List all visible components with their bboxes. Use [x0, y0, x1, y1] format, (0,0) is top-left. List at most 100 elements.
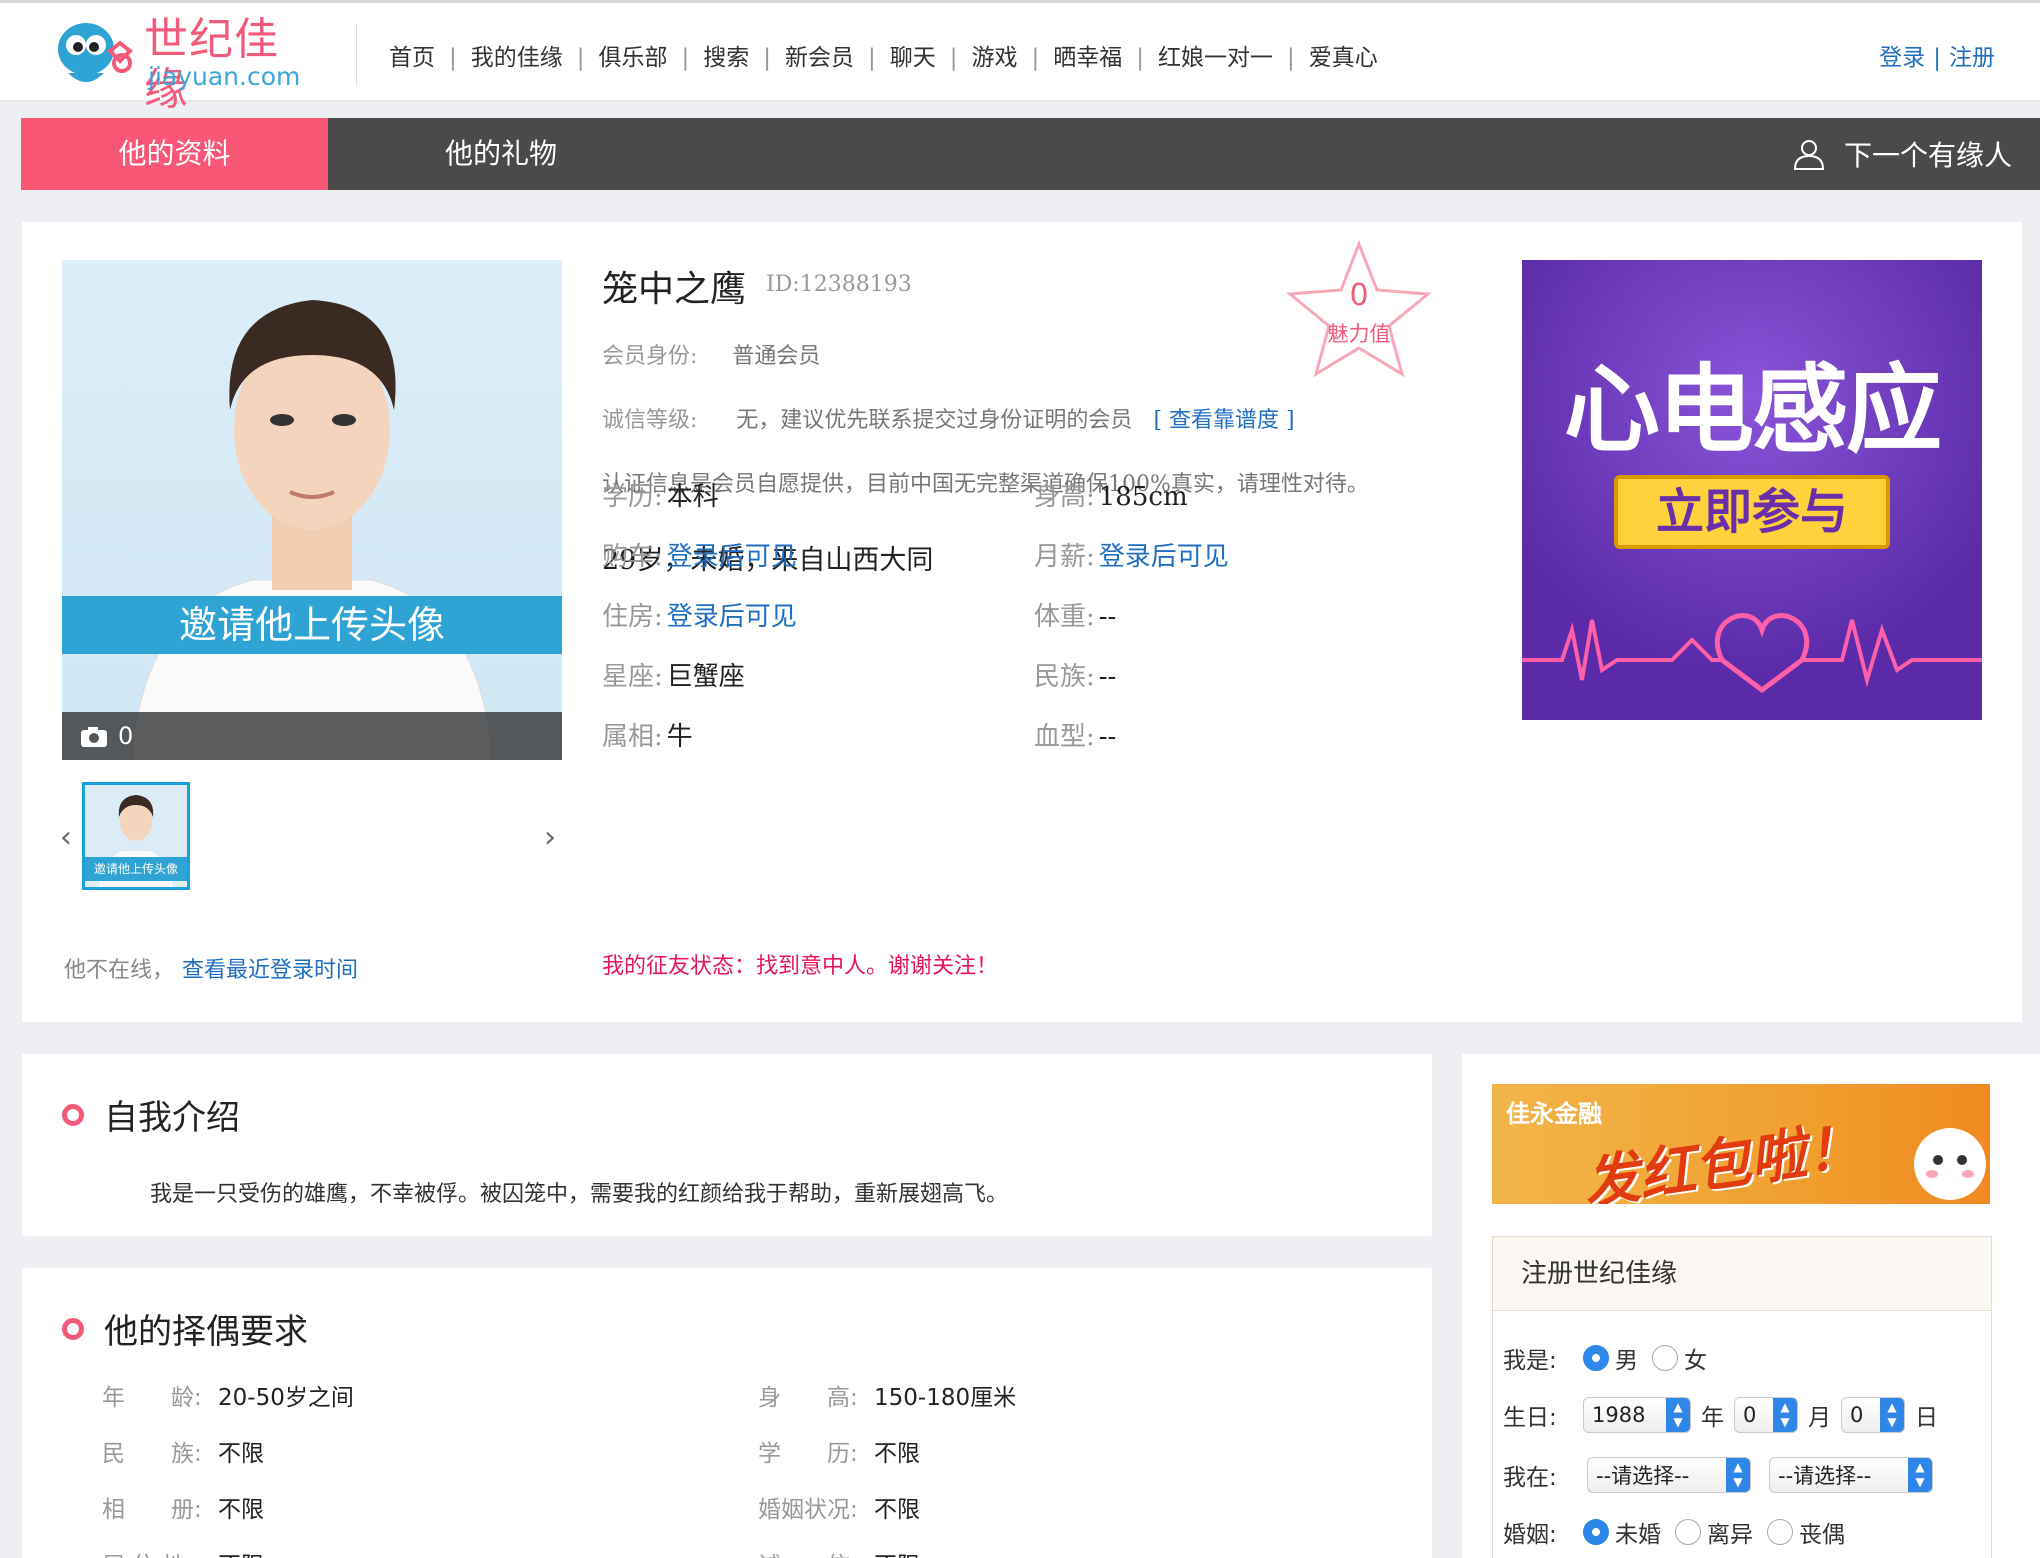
city-select[interactable]: --请选择-- ▲ ▼: [1769, 1457, 1933, 1493]
nav-item[interactable]: 红娘一对一: [1158, 41, 1273, 75]
mascot-icon: [58, 23, 133, 82]
credit-row: 诚信等级: 无，建议优先联系提交过身份证明的会员 [ 查看靠谱度 ]: [602, 402, 1295, 434]
register-form: 注册世纪佳缘 我是: 男 女 生日: 1988 ▲ ▼ 年 0 ▲ ▼ 月 0 ▲ ▼ 日 …: [1492, 1236, 1992, 1558]
photo-thumbnail[interactable]: 邀请他上传头像: [82, 782, 190, 890]
dating-status: 我的征友状态：找到意中人。谢谢关注！: [602, 954, 999, 979]
photo-count: 0: [118, 722, 134, 750]
widowed-radio[interactable]: [1767, 1519, 1793, 1545]
header-divider: [356, 25, 357, 85]
profile-field-value: 185cm: [1098, 482, 1188, 512]
birth-year-select[interactable]: 1988 ▲ ▼: [1583, 1397, 1691, 1433]
profile-field-label: 住房:: [602, 602, 663, 632]
marriage-row: 婚姻: 未婚 离异 丧偶: [1503, 1515, 1845, 1549]
ad1-join-button[interactable]: 立即参与: [1614, 475, 1890, 549]
nav-divider: |: [763, 45, 771, 71]
last-login-link[interactable]: 查看最近登录时间: [182, 958, 358, 983]
profile-field-value: 牛: [666, 722, 693, 752]
location-label: 我在:: [1503, 1465, 1557, 1491]
select-arrows-icon: ▲ ▼: [1880, 1398, 1904, 1432]
divorced-label: 离异: [1707, 1522, 1753, 1548]
province-select[interactable]: --请选择-- ▲ ▼: [1587, 1457, 1751, 1493]
credit-check-link[interactable]: [ 查看靠谱度 ]: [1153, 408, 1294, 433]
online-status-text: 他不在线，: [64, 958, 175, 983]
requirements-title: 他的择偶要求: [62, 1304, 308, 1353]
requirement-value: 不限: [218, 1497, 264, 1523]
member-name: 笼中之鹰: [602, 269, 747, 310]
nav-item[interactable]: 搜索: [703, 41, 749, 75]
register-form-title: 注册世纪佳缘: [1493, 1237, 1991, 1311]
male-radio[interactable]: [1583, 1345, 1609, 1371]
chevron-right-icon[interactable]: ›: [544, 820, 556, 855]
photo-count-bar[interactable]: 0: [62, 712, 562, 760]
register-link[interactable]: 注册: [1949, 45, 1995, 71]
nav-item[interactable]: 俱乐部: [599, 41, 668, 75]
invite-upload-banner[interactable]: 邀请他上传头像: [62, 596, 562, 654]
profile-field: 购车: 登录后可见: [602, 536, 797, 573]
divorced-radio[interactable]: [1675, 1519, 1701, 1545]
nav-item[interactable]: 游戏: [972, 41, 1018, 75]
next-match-button[interactable]: 下一个有缘人: [1792, 118, 2012, 190]
birthday-row: 生日: 1988 ▲ ▼ 年 0 ▲ ▼ 月 0 ▲ ▼ 日: [1503, 1397, 1938, 1433]
nav-item[interactable]: 新会员: [785, 41, 854, 75]
heartbeat-icon: [1522, 613, 1982, 694]
nav-divider: |: [1136, 45, 1144, 71]
section-bullet-icon: [62, 1317, 84, 1340]
tab-his-profile[interactable]: 他的资料: [21, 118, 328, 190]
telepathy-ad-banner[interactable]: 心电感应 立即参与: [1522, 260, 1982, 720]
requirement-value: 不限: [874, 1441, 920, 1467]
marriage-label: 婚姻:: [1503, 1522, 1557, 1548]
credit-value: 无，建议优先联系提交过身份证明的会员: [736, 408, 1133, 433]
year-unit: 年: [1701, 1405, 1724, 1431]
single-radio[interactable]: [1583, 1519, 1609, 1545]
requirement-item: 居 住 地:不限: [102, 1546, 264, 1558]
nav-item[interactable]: 我的佳缘: [471, 41, 563, 75]
sidebar: 佳永金融 发红包啦！ 注册世纪佳缘 我是: 男 女 生日: 1988 ▲ ▼ 年 0…: [1462, 1054, 2040, 1558]
charm-label: 魅力值: [1327, 322, 1391, 346]
next-match-label: 下一个有缘人: [1843, 139, 2012, 172]
city-placeholder: --请选择--: [1778, 1464, 1872, 1488]
select-arrows-icon: ▲ ▼: [1908, 1458, 1932, 1492]
nav-item[interactable]: 聊天: [890, 41, 936, 75]
tab-his-gifts[interactable]: 他的礼物: [351, 118, 651, 190]
nav-item[interactable]: 晒幸福: [1053, 41, 1122, 75]
birth-year-value: 1988: [1592, 1403, 1646, 1427]
chevron-left-icon[interactable]: ‹: [60, 820, 72, 855]
login-to-view-link[interactable]: 登录后可见: [667, 602, 797, 632]
profile-field-value: 本科: [666, 482, 719, 512]
birth-day-select[interactable]: 0 ▲ ▼: [1841, 1397, 1905, 1433]
birth-month-select[interactable]: 0 ▲ ▼: [1734, 1397, 1798, 1433]
birth-month-value: 0: [1743, 1403, 1757, 1427]
profile-field-label: 民族:: [1034, 662, 1095, 692]
nav-item[interactable]: 首页: [389, 41, 435, 75]
login-link[interactable]: 登录: [1879, 45, 1925, 71]
female-radio[interactable]: [1652, 1345, 1678, 1371]
requirement-value: 20-50岁之间: [218, 1385, 354, 1411]
requirement-label: 民 族:: [102, 1441, 202, 1467]
profile-field: 民族: --: [1034, 656, 1116, 693]
profile-field-value: --: [1098, 722, 1117, 752]
login-to-view-link[interactable]: 登录后可见: [667, 542, 797, 572]
profile-field-label: 学历:: [602, 482, 663, 512]
requirement-value: 不限: [874, 1497, 920, 1523]
top-header: 世纪佳缘 jiayuan.com 首页 | 我的佳缘 | 俱乐部 | 搜索 | 新会员 | 聊天 | 游…: [0, 0, 2040, 115]
jiayuan-logo[interactable]: 世纪佳缘 jiayuan.com: [52, 11, 314, 115]
avatar[interactable]: 邀请他上传头像 0: [62, 260, 562, 760]
membership-label: 会员身份:: [602, 344, 698, 369]
profile-field-label: 属相:: [602, 722, 663, 752]
nav-divider: |: [576, 45, 585, 71]
login-to-view-link[interactable]: 登录后可见: [1099, 542, 1229, 572]
profile-field: 星座: 巨蟹座: [602, 656, 745, 693]
requirement-item: 学 历: 不限: [758, 1434, 920, 1468]
self-intro-heading: 自我介绍: [104, 1098, 240, 1138]
nav-item[interactable]: 爱真心: [1309, 41, 1378, 75]
gender-label: 我是:: [1503, 1348, 1557, 1374]
requirement-label: 学 历:: [758, 1441, 858, 1467]
profile-field-value: --: [1098, 662, 1117, 692]
profile-field: 住房: 登录后可见: [602, 596, 797, 633]
profile-field-value: 巨蟹座: [666, 662, 745, 692]
nav-divider: |: [449, 45, 457, 71]
profile-tab-bar: 他的资料 他的礼物 下一个有缘人: [21, 118, 2040, 190]
red-packet-ad-banner[interactable]: 佳永金融 发红包啦！: [1492, 1084, 1990, 1204]
membership-value: 普通会员: [732, 344, 821, 369]
requirement-item: 年 龄: 20-50岁之间: [102, 1378, 354, 1412]
